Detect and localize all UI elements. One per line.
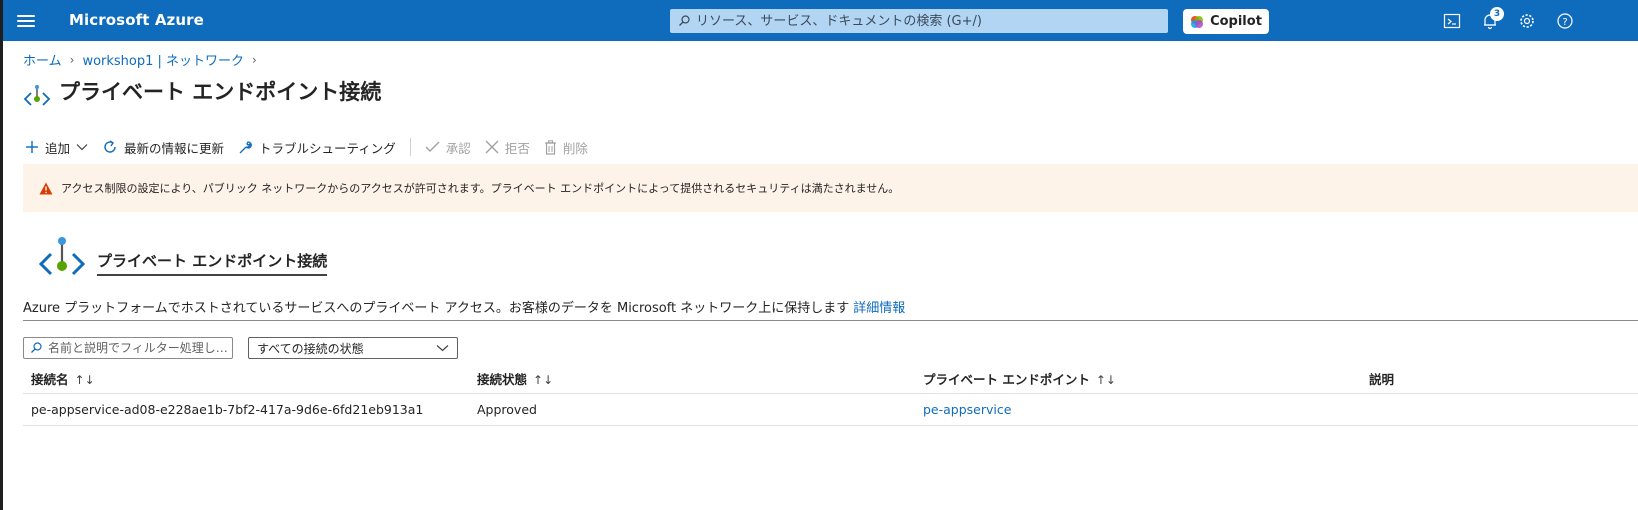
- learn-more-link[interactable]: 詳細情報: [853, 301, 905, 316]
- portal-frame: Microsoft Azure Copilot: [3, 0, 1638, 510]
- column-header-description: 説明: [1361, 369, 1631, 388]
- breadcrumb: ホーム › workshop1 | ネットワーク ›: [23, 50, 257, 70]
- command-bar: 追加 最新の情報に更新 トラブルシューティング 承認 拒否 削除: [25, 136, 602, 158]
- column-label: 説明: [1369, 372, 1395, 387]
- breadcrumb-home[interactable]: ホーム: [23, 50, 62, 69]
- column-label: プライベート エンドポイント: [923, 372, 1090, 387]
- refresh-icon: [104, 140, 116, 153]
- private-endpoint-icon: [23, 85, 51, 106]
- refresh-label: 最新の情報に更新: [124, 140, 225, 156]
- column-header-status[interactable]: 接続状態 ↑↓: [469, 369, 915, 388]
- add-label: 追加: [45, 140, 71, 156]
- copilot-button[interactable]: Copilot: [1183, 9, 1269, 34]
- chevron-right-icon: ›: [252, 52, 257, 67]
- troubleshoot-label: トラブルシューティング: [259, 140, 396, 156]
- connection-status-cell: Approved: [477, 402, 537, 417]
- column-label: 接続状態: [477, 372, 528, 387]
- delete-button[interactable]: 削除: [544, 138, 588, 157]
- menu-icon[interactable]: [17, 12, 35, 28]
- section-title: プライベート エンドポイント接続: [97, 250, 328, 276]
- sort-icon[interactable]: ↑↓: [75, 373, 95, 387]
- settings-gear-icon[interactable]: [1518, 12, 1536, 30]
- brand-name[interactable]: Microsoft Azure: [69, 11, 204, 29]
- section-divider: [23, 320, 1638, 321]
- search-icon: [31, 342, 42, 353]
- column-label: 接続名: [31, 372, 69, 387]
- refresh-button[interactable]: 最新の情報に更新: [102, 138, 224, 157]
- plus-icon: [26, 141, 38, 153]
- toolbar-divider: [409, 138, 411, 156]
- approve-label: 承認: [445, 140, 471, 156]
- reject-label: 拒否: [504, 140, 530, 156]
- description-text: Azure プラットフォームでホストされているサービスへのプライベート アクセス…: [23, 301, 850, 316]
- connection-status-dropdown[interactable]: すべての接続の状態: [248, 337, 458, 359]
- troubleshoot-button[interactable]: トラブルシューティング: [238, 138, 396, 157]
- close-icon: [485, 140, 499, 154]
- reject-button[interactable]: 拒否: [485, 138, 530, 157]
- chevron-right-icon: ›: [69, 52, 75, 67]
- copilot-label: Copilot: [1210, 14, 1262, 29]
- connections-table: 接続名 ↑↓ 接続状態 ↑↓ プライベート エンドポイント ↑↓ 説明 pe-apps…: [23, 364, 1638, 426]
- sort-icon[interactable]: ↑↓: [1096, 373, 1116, 387]
- cloud-shell-icon[interactable]: [1443, 12, 1461, 30]
- page-title: プライベート エンドポイント接続: [59, 80, 382, 104]
- approve-button[interactable]: 承認: [425, 138, 471, 157]
- copilot-icon: [1191, 15, 1204, 28]
- breadcrumb-workshop-network[interactable]: workshop1 | ネットワーク: [82, 50, 244, 69]
- connection-status-value: すべての接続の状態: [257, 341, 364, 356]
- more-options-button[interactable]: ···: [360, 80, 378, 99]
- checkmark-icon: [425, 141, 440, 152]
- filter-search-input[interactable]: [46, 340, 230, 356]
- connection-name-cell: pe-appservice-ad08-e228ae1b-7bf2-417a-9d…: [31, 402, 424, 417]
- warning-text: アクセス制限の設定により、パブリック ネットワークからのアクセスが許可されます。…: [61, 182, 900, 195]
- column-header-endpoint[interactable]: プライベート エンドポイント ↑↓: [915, 369, 1361, 388]
- delete-label: 削除: [562, 140, 588, 156]
- notification-badge: 3: [1490, 7, 1504, 21]
- global-search-input[interactable]: [694, 9, 1158, 33]
- search-icon: [679, 15, 690, 26]
- add-button[interactable]: 追加: [25, 138, 88, 157]
- table-header: 接続名 ↑↓ 接続状態 ↑↓ プライベート エンドポイント ↑↓ 説明: [23, 364, 1638, 394]
- svg-text:?: ?: [1562, 17, 1567, 28]
- column-header-name[interactable]: 接続名 ↑↓: [23, 369, 469, 388]
- chevron-down-icon: [436, 345, 449, 352]
- sort-icon[interactable]: ↑↓: [533, 373, 553, 387]
- private-endpoint-large-icon: [38, 237, 86, 276]
- section-description: Azure プラットフォームでホストされているサービスへのプライベート アクセス…: [23, 297, 905, 316]
- filter-search-box[interactable]: [23, 337, 233, 359]
- trash-icon: [544, 139, 556, 155]
- help-icon[interactable]: ?: [1556, 12, 1574, 30]
- global-search[interactable]: [670, 9, 1168, 33]
- warning-icon: [39, 182, 53, 194]
- warning-banner: アクセス制限の設定により、パブリック ネットワークからのアクセスが許可されます。…: [23, 164, 1638, 212]
- wrench-icon: [239, 140, 252, 153]
- top-bar: Microsoft Azure Copilot: [3, 0, 1638, 41]
- chevron-down-icon: [76, 144, 88, 151]
- private-endpoint-link[interactable]: pe-appservice: [923, 402, 1011, 417]
- table-row[interactable]: pe-appservice-ad08-e228ae1b-7bf2-417a-9d…: [23, 394, 1638, 426]
